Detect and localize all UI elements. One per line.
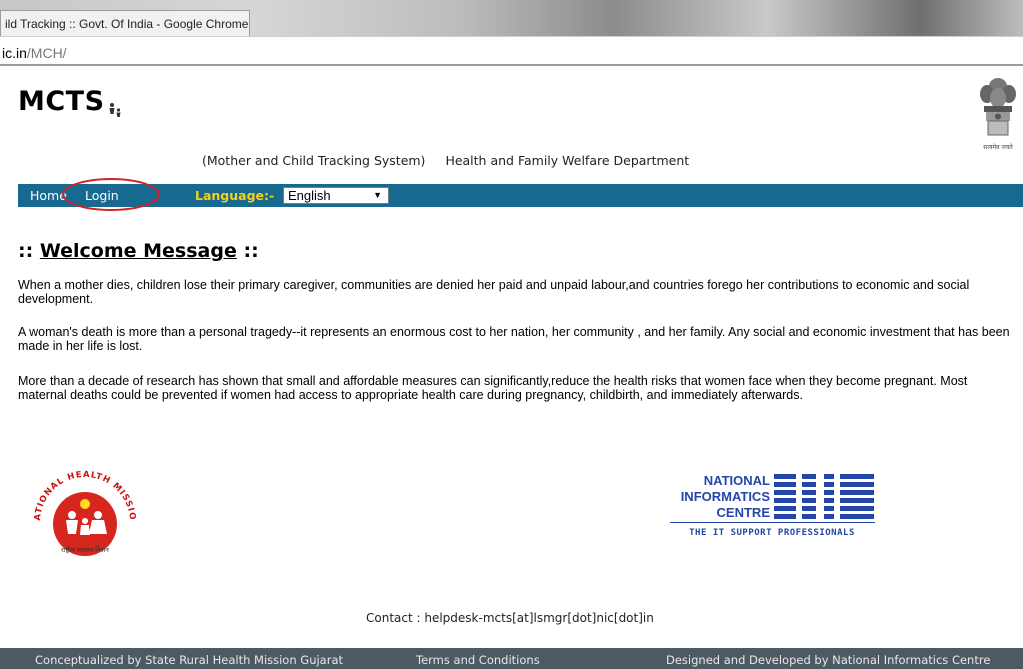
welcome-suffix: :: — [243, 240, 259, 262]
dropdown-arrow-icon: ▼ — [373, 190, 382, 200]
nic-line3: CENTRE — [717, 505, 771, 520]
nhm-tagline: राष्ट्रीय स्वास्थ्य मिशन — [61, 546, 109, 554]
welcome-prefix: :: — [18, 240, 34, 262]
navigation-bar: Home Login Language:- English ▼ — [18, 184, 1023, 207]
nic-line2: INFORMATICS — [681, 489, 771, 504]
mcts-logo-text: MCTS — [18, 86, 105, 117]
welcome-heading: :: Welcome Message :: — [18, 240, 259, 262]
welcome-paragraph: More than a decade of research has shown… — [18, 374, 968, 402]
browser-title-bar: ild Tracking :: Govt. Of India - Google … — [0, 0, 1023, 36]
national-health-mission-logo: NATIONAL HEALTH MISSION राष्ट्रीय स्वास्… — [22, 460, 136, 556]
national-emblem-icon: सत्यमेव जयते — [980, 78, 1016, 151]
nic-line1: NATIONAL — [704, 473, 770, 488]
welcome-title: Welcome Message — [39, 240, 237, 262]
family-icon — [109, 103, 121, 117]
department-name: Health and Family Welfare Department — [445, 153, 690, 168]
nic-logo: NATIONAL INFORMATICS CENTRE THE IT SUPPO… — [670, 473, 875, 538]
footer-terms-link[interactable]: Terms and Conditions — [416, 653, 540, 667]
system-name: (Mother and Child Tracking System) — [202, 153, 426, 168]
page-footer: Conceptualized by State Rural Health Mis… — [0, 648, 1023, 669]
language-selected-value: English — [288, 188, 331, 203]
url-domain: ic.in — [2, 45, 27, 61]
welcome-paragraph: When a mother dies, children lose their … — [18, 278, 970, 306]
nic-tagline: THE IT SUPPORT PROFESSIONALS — [689, 528, 855, 538]
footer-developer: Designed and Developed by National Infor… — [666, 653, 991, 667]
language-select[interactable]: English ▼ — [283, 187, 389, 204]
browser-tab-title: ild Tracking :: Govt. Of India - Google … — [5, 17, 249, 31]
url-path: /MCH/ — [26, 45, 67, 61]
emblem-caption: सत्यमेव जयते — [983, 143, 1013, 151]
browser-tab[interactable]: ild Tracking :: Govt. Of India - Google … — [0, 10, 250, 36]
login-highlight-annotation — [62, 178, 160, 211]
header-subtitle: (Mother and Child Tracking System) Health… — [202, 153, 689, 168]
contact-text: Contact : helpdesk-mcts[at]lsmgr[dot]nic… — [366, 611, 654, 625]
welcome-paragraph: A woman's death is more than a personal … — [18, 325, 1010, 353]
address-bar[interactable]: ic.in/MCH/ — [0, 36, 1023, 66]
url-text[interactable]: ic.in/MCH/ — [2, 45, 67, 61]
language-label: Language:- — [195, 188, 275, 203]
footer-conceptualized: Conceptualized by State Rural Health Mis… — [35, 653, 344, 667]
